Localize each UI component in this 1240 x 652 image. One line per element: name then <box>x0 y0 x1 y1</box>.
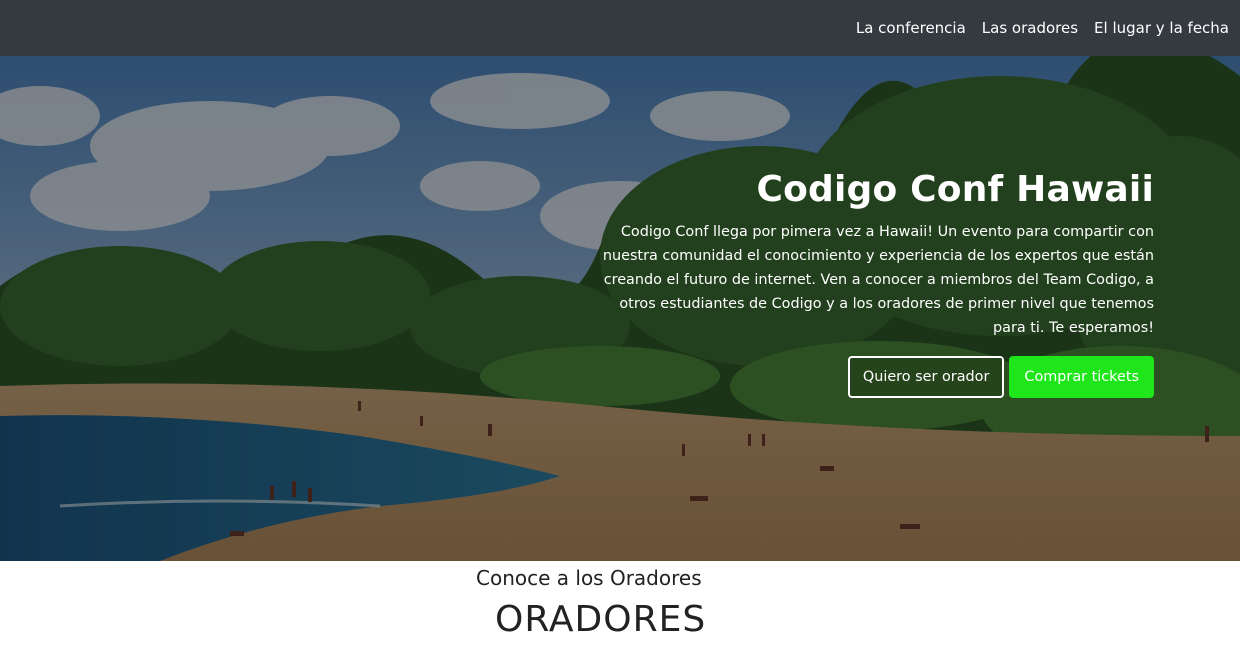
navbar: La conferencia Las oradores El lugar y l… <box>0 0 1240 56</box>
speakers-section: Conoce a los Oradores ORADORES <box>0 561 1240 652</box>
hero-banner: Codigo Conf Hawaii Codigo Conf llega por… <box>0 56 1240 561</box>
speakers-subtitle: Conoce a los Oradores <box>476 566 702 590</box>
buy-tickets-button[interactable]: Comprar tickets <box>1009 356 1154 398</box>
nav-link-lugar-fecha[interactable]: El lugar y la fecha <box>1094 19 1229 37</box>
become-speaker-button[interactable]: Quiero ser orador <box>847 356 1005 398</box>
nav-links: La conferencia Las oradores El lugar y l… <box>856 0 1229 56</box>
speakers-title: ORADORES <box>495 599 707 640</box>
hero-buttons: Quiero ser orador Comprar tickets <box>594 356 1154 398</box>
hero-description: Codigo Conf llega por pimera vez a Hawai… <box>602 224 1154 336</box>
hero-content: Codigo Conf Hawaii Codigo Conf llega por… <box>594 168 1154 398</box>
nav-link-conferencia[interactable]: La conferencia <box>856 19 966 37</box>
nav-link-oradores[interactable]: Las oradores <box>982 19 1078 37</box>
hero-title: Codigo Conf Hawaii <box>756 169 1154 210</box>
